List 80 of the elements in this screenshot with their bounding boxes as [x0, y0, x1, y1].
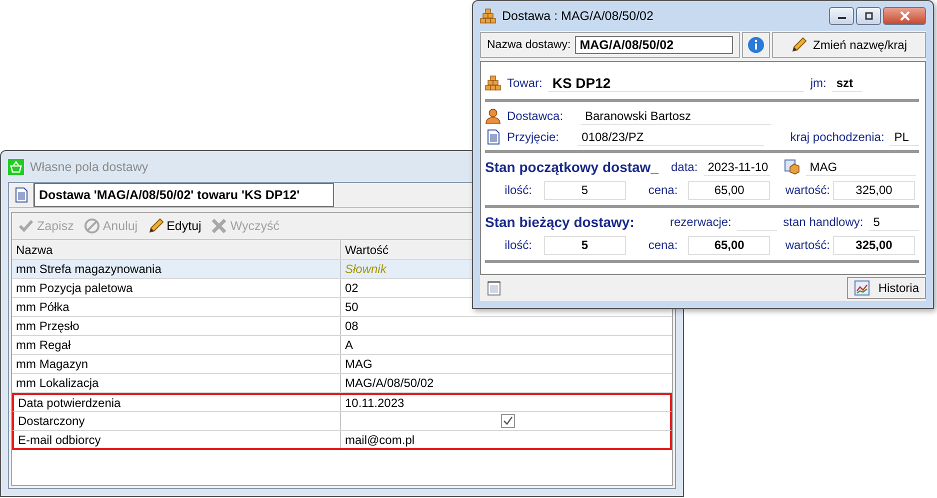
boxes-icon: [480, 8, 496, 24]
field-label: jm:: [810, 76, 826, 90]
field-label: Przyjęcie:: [507, 130, 560, 144]
edit-button[interactable]: Edytuj: [146, 218, 204, 234]
field-label: stan handlowy:: [783, 215, 864, 229]
field-label: Nazwa dostawy:: [487, 39, 571, 51]
cross-icon: [211, 218, 228, 234]
number-field: 325,00: [833, 180, 915, 200]
close-icon: [898, 11, 910, 21]
table-cell: mm Strefa magazynowania: [16, 262, 162, 276]
pencil-icon: [148, 218, 164, 234]
field-label: rezerwacje:: [670, 215, 732, 229]
close-button[interactable]: [883, 7, 926, 25]
number-field: 65,00: [688, 180, 770, 200]
history-button[interactable]: Historia: [847, 277, 926, 299]
field-label: cena:: [647, 238, 679, 252]
maximize-button[interactable]: [856, 7, 881, 25]
number-field: 5: [544, 236, 626, 254]
section-title: Stan początkowy dostaw_: [485, 159, 660, 175]
basket-icon: [8, 158, 24, 174]
document-icon: [13, 187, 29, 203]
check-icon: [18, 218, 34, 234]
number-field: 5: [544, 180, 626, 200]
field-label: data:: [671, 160, 698, 174]
field-label: Dostawca:: [507, 109, 564, 123]
person-icon: [485, 108, 501, 124]
field-label: wartość:: [784, 183, 831, 197]
name-field[interactable]: MAG/A/08/50/02: [574, 36, 733, 54]
table-cell: E-mail odbiorcy: [18, 432, 101, 446]
record-title: Dostawa 'MAG/A/08/50/02' towaru 'KS DP12': [34, 183, 334, 207]
table-cell: 02: [345, 281, 358, 295]
chart-icon: [854, 280, 870, 296]
country-value: PL: [890, 128, 919, 146]
product-value: KS DP12: [548, 74, 804, 92]
boxes-icon: [485, 75, 501, 91]
field-label: ilość:: [504, 183, 534, 197]
pencil-icon: [790, 37, 807, 53]
field-label: kraj pochodzenia:: [790, 130, 884, 144]
window-title: Dostawa : MAG/A/08/50/02: [502, 9, 654, 23]
table-cell: 10.11.2023: [345, 396, 404, 410]
notepad-icon[interactable]: [486, 280, 502, 296]
unit-value: szt: [832, 74, 862, 92]
table-cell: mm Przęsło: [16, 319, 80, 333]
number-field: 325,00: [833, 236, 915, 254]
cancel-icon: [84, 218, 100, 234]
table-cell: mm Regał: [16, 338, 71, 352]
field-label: ilość:: [504, 238, 534, 252]
table-cell: mm Magazyn: [16, 357, 88, 371]
supplier-value: Baranowski Bartosz: [581, 107, 771, 125]
section-title: Stan bieżący dostawy:: [485, 214, 636, 230]
table-cell: 50: [345, 300, 358, 314]
table-cell: MAG/A/08/50/02: [345, 376, 434, 390]
warehouse-value: MAG: [806, 158, 916, 176]
info-button[interactable]: [742, 32, 770, 58]
rename-button[interactable]: Zmień nazwę/kraj: [772, 32, 926, 58]
maximize-icon: [862, 11, 874, 21]
placeholder-text: Słownik: [345, 262, 386, 276]
checkbox[interactable]: [500, 414, 514, 428]
table-cell: 08: [345, 319, 358, 333]
number-field: 65,00: [688, 236, 770, 254]
table-cell: MAG: [345, 357, 372, 371]
table-cell: Data potwierdzenia: [18, 396, 121, 410]
column-header[interactable]: Nazwa: [12, 240, 341, 259]
date-value: 2023-11-10: [704, 158, 770, 176]
receipt-value: 0108/23/PZ: [578, 128, 764, 146]
window-title: Własne pola dostawy: [30, 160, 148, 174]
document-icon: [485, 129, 501, 145]
table-cell: mm Półka: [16, 300, 70, 314]
table-cell: mm Lokalizacja: [16, 376, 99, 390]
field-label: cena:: [647, 183, 679, 197]
box-icon: [784, 159, 800, 175]
table-cell: mail@com.pl: [345, 432, 415, 446]
minimize-button[interactable]: [829, 7, 854, 25]
stock-value: 5: [869, 213, 919, 231]
table-cell: Dostarczony: [18, 414, 85, 428]
table-cell: mm Pozycja paletowa: [16, 281, 133, 295]
info-icon: [747, 36, 765, 54]
field-label: wartość:: [784, 238, 831, 252]
field-label: Towar:: [507, 76, 542, 90]
table-cell: A: [345, 338, 354, 352]
